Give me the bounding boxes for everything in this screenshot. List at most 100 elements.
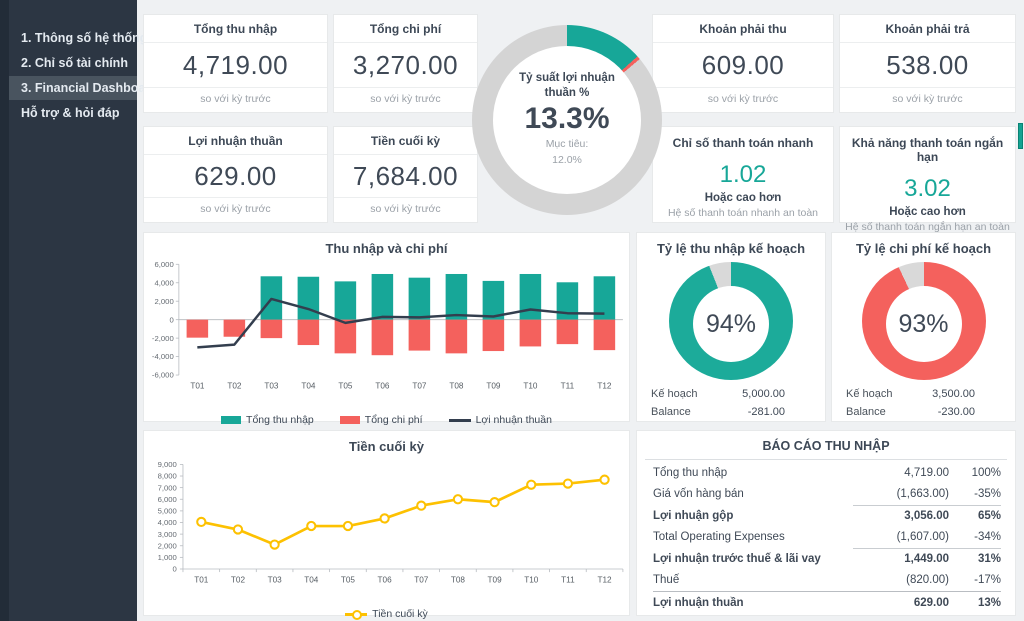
svg-text:T04: T04: [304, 575, 319, 584]
kpi-card-net-profit: Lợi nhuận thuần 629.00 so với kỳ trước: [143, 126, 328, 223]
balance-value: -281.00: [748, 403, 785, 421]
row-label: Lợi nhuận trước thuế & lãi vay: [653, 553, 853, 565]
legend-marker-dot: [352, 610, 362, 620]
sidebar-item-1[interactable]: 1. Thông số hệ thống: [9, 26, 137, 50]
svg-text:T05: T05: [341, 575, 356, 584]
chart-title: Tiền cuối kỳ: [144, 431, 629, 456]
svg-text:9,000: 9,000: [158, 460, 177, 469]
svg-text:0: 0: [173, 565, 177, 574]
row-label: Thuế: [653, 574, 853, 586]
kpi-value: 3,270.00: [334, 43, 477, 87]
kpi-value: 4,719.00: [144, 43, 327, 87]
svg-text:T06: T06: [378, 575, 393, 584]
income-expense-chart-card: Thu nhập và chi phí 6,0004,0002,0000-2,0…: [143, 232, 630, 422]
sidebar-item-3[interactable]: 3. Financial Dashboard: [9, 76, 137, 100]
plan-row: Kế hoạch 3,500.00: [846, 385, 975, 403]
svg-text:6,000: 6,000: [158, 495, 177, 504]
chart-title: Thu nhập và chi phí: [144, 233, 629, 258]
row-percent: -34%: [949, 531, 1001, 543]
income-statement-card: BÁO CÁO THU NHẬP Tổng thu nhập4,719.0010…: [636, 430, 1016, 616]
kpi-card-total-income: Tổng thu nhập 4,719.00 so với kỳ trước: [143, 14, 328, 113]
legend-label: Lợi nhuận thuần: [476, 414, 552, 426]
svg-text:T09: T09: [486, 381, 501, 390]
row-numbers: 4,719.00100%: [853, 462, 1001, 484]
svg-text:5,000: 5,000: [158, 507, 177, 516]
gauge-title: Tỷ suất lợi nhuận thuần %: [507, 71, 627, 100]
ending-cash-legend: Tiền cuối kỳ: [144, 608, 629, 620]
svg-text:T11: T11: [561, 575, 575, 584]
svg-text:T08: T08: [449, 381, 464, 390]
chart-title: Tỷ lệ chi phí kế hoạch: [856, 233, 991, 258]
row-label: Lợi nhuận thuần: [653, 597, 853, 609]
row-numbers: (1,663.00)-35%: [853, 483, 1001, 506]
gauge-center: Tỷ suất lợi nhuận thuần % 13.3% Mục tiêu…: [493, 46, 641, 194]
row-value: 3,056.00: [853, 510, 949, 522]
kpi-value: 609.00: [653, 43, 833, 87]
row-numbers: 3,056.0065%: [853, 505, 1001, 527]
kpi-footer: so với kỳ trước: [840, 87, 1015, 112]
plan-label: Kế hoạch: [651, 385, 697, 403]
svg-text:T03: T03: [264, 381, 279, 390]
sidebar-item-2[interactable]: 2. Chỉ số tài chính: [9, 51, 137, 75]
svg-text:T10: T10: [524, 575, 539, 584]
svg-text:T07: T07: [414, 575, 429, 584]
gauge-target-value: 12.0%: [552, 153, 582, 169]
kpi-card-receivables: Khoản phải thu 609.00 so với kỳ trước: [652, 14, 834, 113]
svg-text:T06: T06: [375, 381, 390, 390]
sidebar: 1. Thông số hệ thống2. Chỉ số tài chính3…: [0, 0, 137, 621]
balance-label: Balance: [846, 403, 886, 421]
svg-text:T11: T11: [561, 381, 575, 390]
svg-text:T01: T01: [194, 575, 209, 584]
legend-line-swatch: [345, 613, 367, 616]
svg-text:8,000: 8,000: [158, 472, 177, 481]
svg-text:T09: T09: [488, 575, 503, 584]
row-numbers: (1,607.00)-34%: [853, 526, 1001, 549]
svg-text:0: 0: [169, 315, 173, 324]
plan-row: Kế hoạch 5,000.00: [651, 385, 785, 403]
legend-item: Tổng thu nhập: [221, 414, 314, 426]
kpi-title: Tổng thu nhập: [144, 15, 327, 43]
svg-text:2,000: 2,000: [158, 541, 177, 550]
chart-title: Tỷ lệ thu nhập kế hoạch: [657, 233, 805, 258]
kpi-title: Khoản phải thu: [653, 15, 833, 43]
ending-cash-chart-card: Tiền cuối kỳ 9,000 8,000 7,000 6,000 5,000 4,…: [143, 430, 630, 616]
svg-text:T05: T05: [338, 381, 353, 390]
svg-text:T07: T07: [412, 381, 427, 390]
income-plan-donut-card: Tỷ lệ thu nhập kế hoạch 94% Kế hoạch 5,0…: [636, 232, 826, 422]
expense-plan-donut: 93%: [862, 262, 986, 380]
row-percent: -35%: [949, 488, 1001, 500]
row-label: Tổng thu nhập: [653, 467, 853, 479]
kpi-footer: so với kỳ trước: [334, 197, 477, 222]
svg-text:-6,000: -6,000: [152, 371, 174, 380]
kpi-title: Khả năng thanh toán ngắn hạn: [840, 127, 1015, 166]
kpi-card-total-expense: Tổng chi phí 3,270.00 so với kỳ trước: [333, 14, 478, 113]
svg-text:6,000: 6,000: [154, 260, 173, 269]
kpi-title: Tiền cuối kỳ: [334, 127, 477, 155]
legend-label: Tổng chi phí: [365, 414, 423, 426]
row-value: 1,449.00: [853, 553, 949, 565]
income-plan-donut: 94%: [669, 262, 793, 380]
svg-text:3,000: 3,000: [158, 530, 177, 539]
income-statement-table: Tổng thu nhập4,719.00100%Giá vốn hàng bá…: [637, 460, 1015, 614]
row-value: (820.00): [853, 574, 949, 586]
legend-line-swatch: [449, 419, 471, 422]
kpi-note: Hệ số thanh toán ngắn hạn an toàn: [840, 218, 1015, 233]
kpi-footer: so với kỳ trước: [144, 87, 327, 112]
kpi-note-bold: Hoặc cao hơn: [653, 192, 833, 204]
table-title: BÁO CÁO THU NHẬP: [645, 431, 1007, 460]
svg-text:T12: T12: [598, 575, 613, 584]
row-label: Lợi nhuận gộp: [653, 510, 853, 522]
donut-center: 94%: [693, 286, 769, 362]
plan-value: 5,000.00: [742, 385, 785, 403]
legend-item: Tổng chi phí: [340, 414, 423, 426]
table-row: Lợi nhuận gộp3,056.0065%: [653, 505, 1001, 527]
svg-text:4,000: 4,000: [158, 518, 177, 527]
table-row: Thuế(820.00)-17%: [653, 570, 1001, 592]
kpi-footer: so với kỳ trước: [144, 197, 327, 222]
sidebar-item-4[interactable]: Hỗ trợ & hỏi đáp: [9, 101, 137, 125]
row-percent: 100%: [949, 467, 1001, 479]
kpi-value: 3.02: [840, 166, 1015, 206]
svg-text:7,000: 7,000: [158, 483, 177, 492]
right-edge-tab[interactable]: [1018, 123, 1023, 149]
row-percent: 65%: [949, 510, 1001, 522]
